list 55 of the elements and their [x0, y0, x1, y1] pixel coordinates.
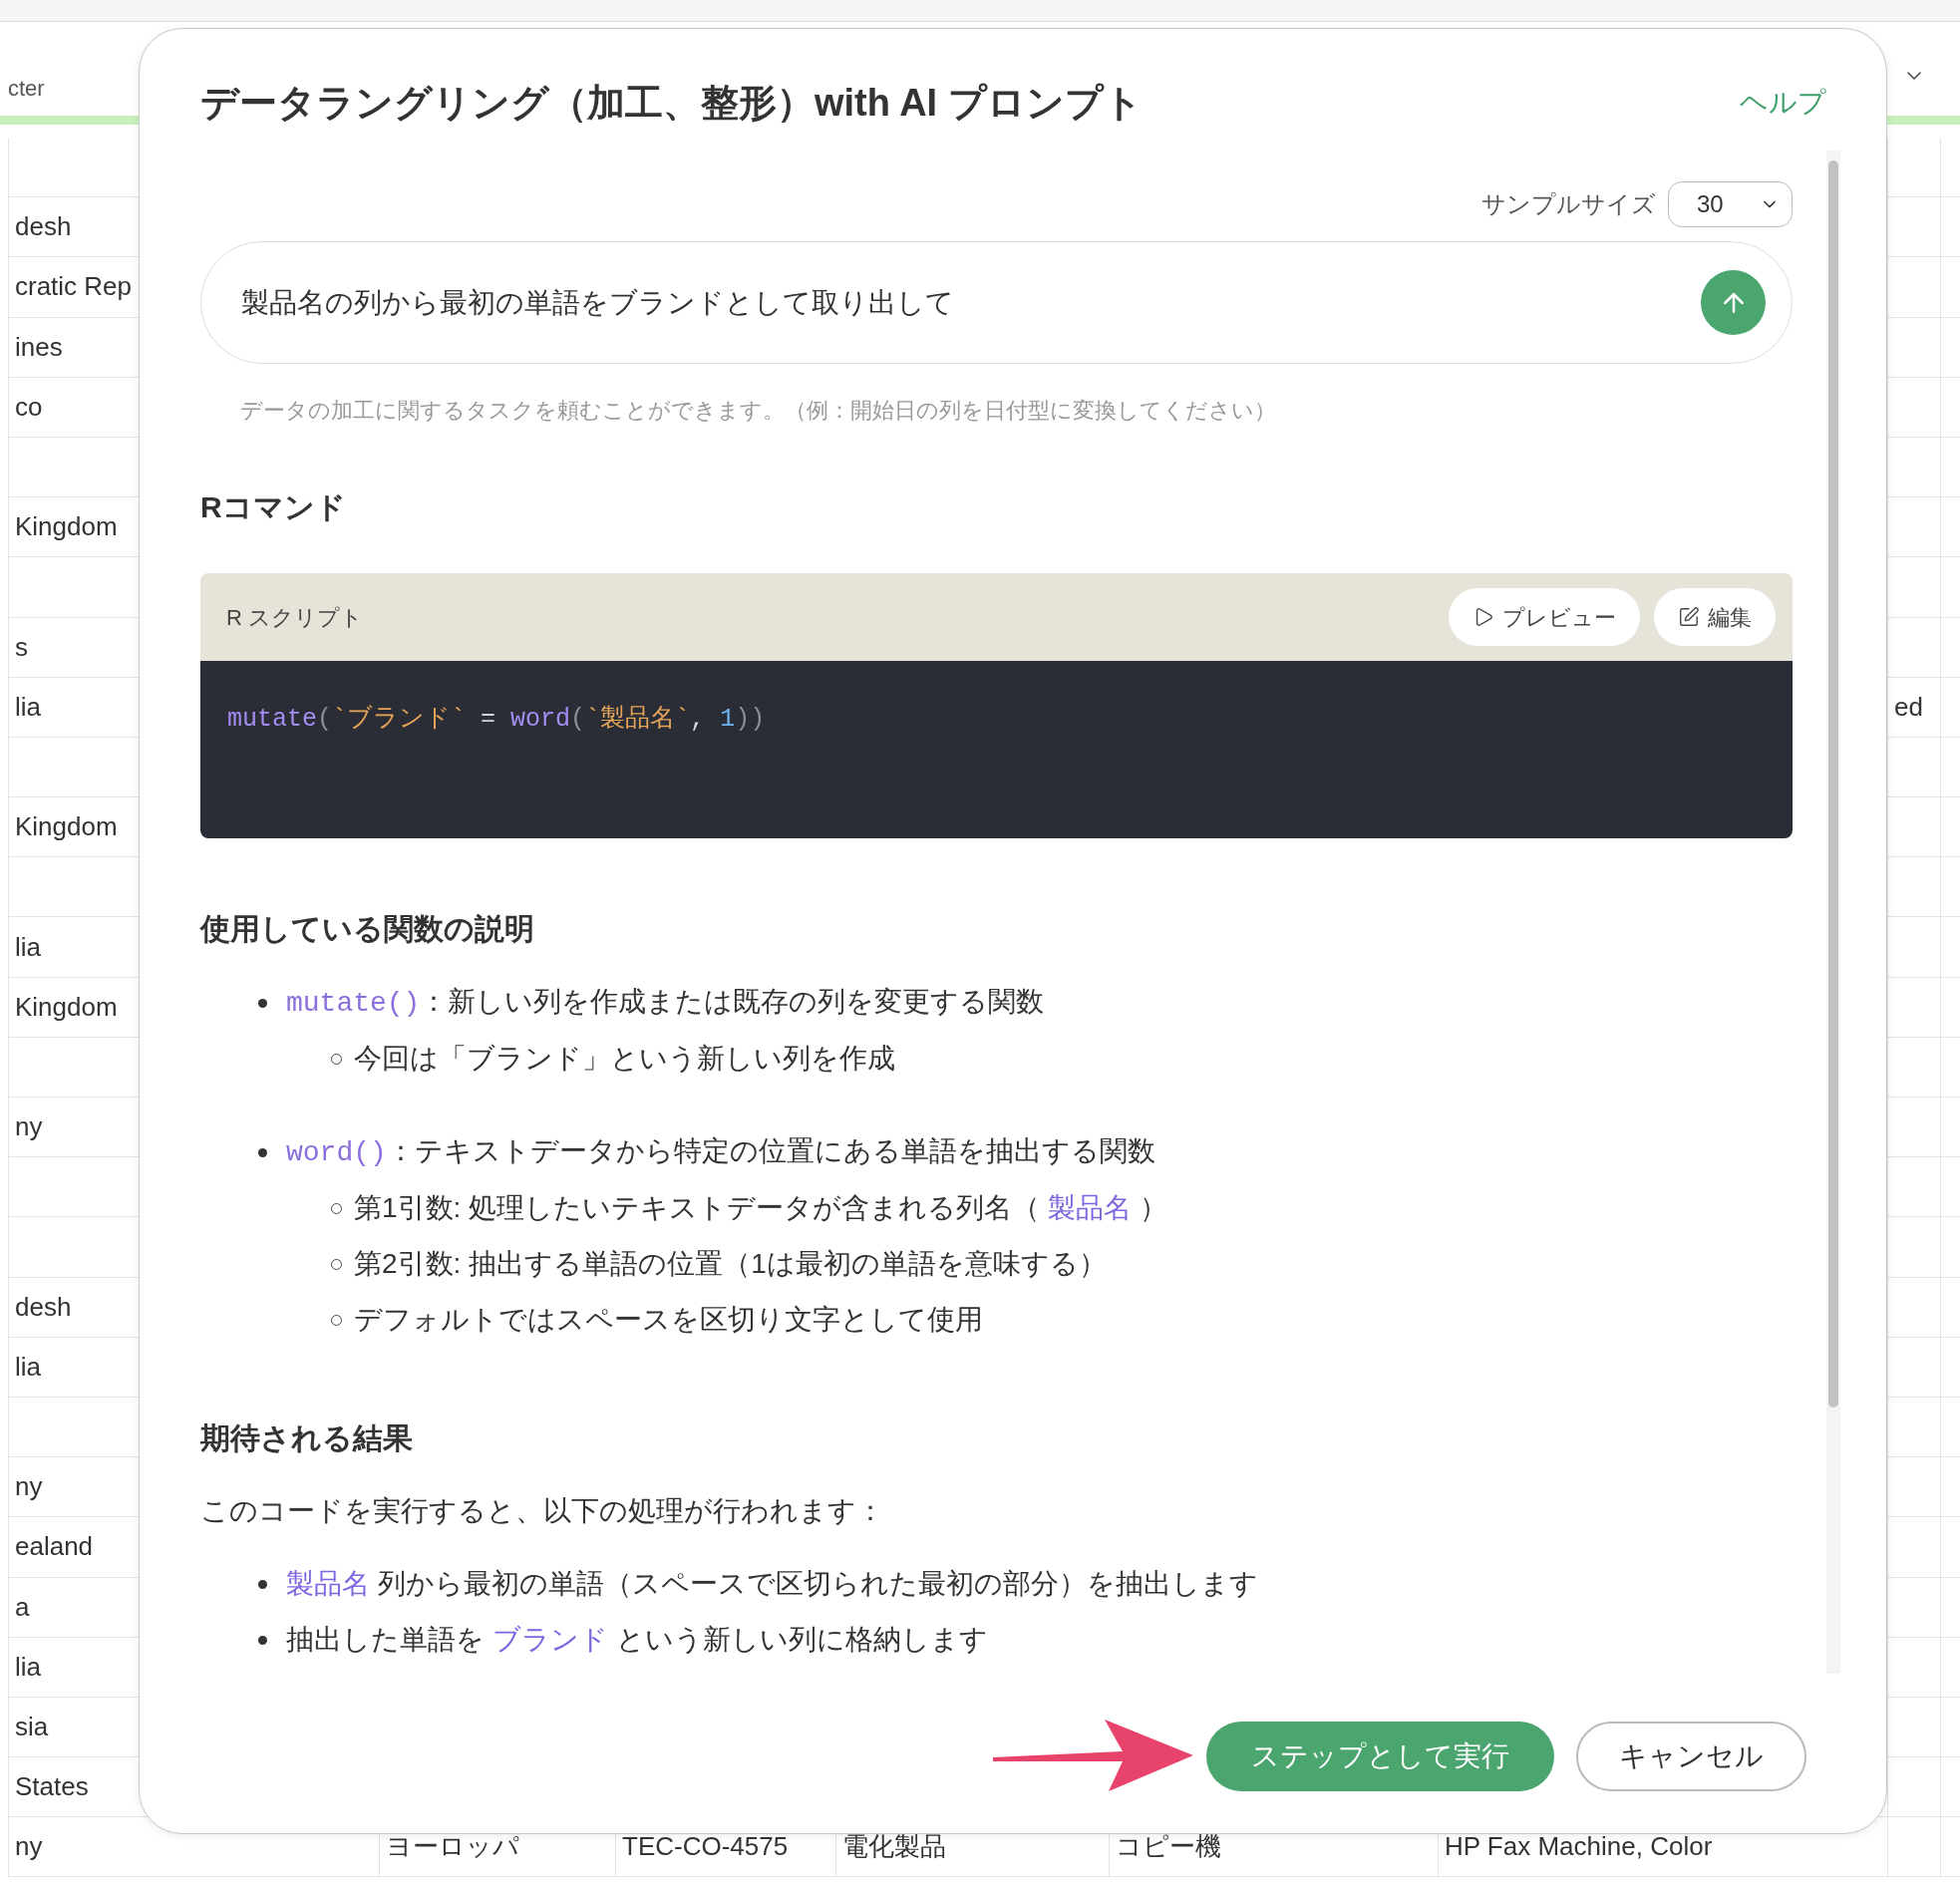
list-item-text: mutate()：新しい列を作成または既存の列を変更する関数	[286, 985, 1045, 1021]
bullet-icon	[258, 1147, 267, 1157]
table-cell-text: s	[15, 630, 28, 664]
table-cell-text: desh	[15, 1290, 72, 1324]
table-cell-text: a	[15, 1590, 30, 1624]
table-cell-text: HP Fax Machine, Color	[1445, 1830, 1713, 1864]
section-heading: 期待される結果	[200, 1420, 414, 1456]
list-item-text: 今回は「ブランド」という新しい列を作成	[354, 1042, 895, 1076]
table-cell-text: co	[15, 390, 43, 424]
table-cell-text: Kingdom	[15, 990, 118, 1024]
scrollbar-thumb[interactable]	[1828, 160, 1838, 1408]
table-cell-text: sia	[15, 1710, 49, 1743]
table-cell-text: lia	[15, 930, 41, 964]
table-cell-text: Kingdom	[15, 510, 118, 544]
code-line: mutate(`ブランド` = word(`製品名`, 1))	[227, 705, 766, 734]
pencil-icon	[1678, 606, 1700, 628]
bullet-icon	[258, 998, 267, 1008]
table-cell-text: States	[15, 1770, 89, 1804]
section-heading: Rコマンド	[200, 489, 347, 525]
sample-size-label: サンプルサイズ	[1481, 189, 1656, 219]
table-cell-text: lia	[15, 1650, 41, 1684]
list-item-text: デフォルトではスペースを区切り文字として使用	[354, 1303, 983, 1337]
table-cell-text: ny	[15, 1110, 43, 1144]
table-cell-text: 電化製品	[842, 1830, 946, 1864]
table-cell-text: lia	[15, 690, 41, 724]
helper-text: データの加工に関するタスクを頼むことができます。（例：開始日の列を日付型に変換してください）	[239, 397, 1277, 425]
bullet-icon	[258, 1635, 267, 1645]
table-cell-text: ealand	[15, 1530, 94, 1564]
table-cell-text: コピー機	[1116, 1830, 1221, 1864]
dialog-title: データラングリング（加工、整形）with AI プロンプト	[200, 80, 1143, 126]
table-cell-text: ny	[15, 1830, 43, 1864]
list-item-text: 第2引数: 抽出する単語の位置（1は最初の単語を意味する）	[354, 1247, 1107, 1281]
section-heading: 使用している関数の説明	[200, 911, 535, 947]
table-cell-text: TEC-CO-4575	[622, 1830, 789, 1864]
table-cell-text: ed	[1894, 690, 1923, 724]
sample-size-select[interactable]: 30	[1668, 181, 1793, 227]
table-cell-text: cratic Rep	[15, 270, 133, 304]
table-cell-text: lia	[15, 1350, 41, 1384]
scrollbar[interactable]	[1826, 151, 1840, 1674]
edit-button[interactable]: 編集	[1654, 588, 1776, 646]
script-title: R スクリプト	[226, 603, 363, 632]
cancel-button[interactable]: キャンセル	[1576, 1722, 1806, 1791]
list-item-text: 製品名 列から最初の単語（スペースで区切られた最初の部分）を抽出します	[286, 1567, 1258, 1601]
table-cell-text: ヨーロッパ	[386, 1830, 519, 1864]
table-cell-text: Kingdom	[15, 810, 118, 844]
column-header: cter	[8, 76, 45, 101]
bullet-icon	[258, 1579, 267, 1589]
list-item-text: 抽出した単語を ブランド という新しい列に格納します	[286, 1623, 988, 1657]
preview-button[interactable]: プレビュー	[1449, 588, 1640, 646]
list-item-text: 第1引数: 処理したいテキストデータが含まれる列名（ 製品名 ）	[354, 1191, 1167, 1225]
table-cell-text: ny	[15, 1470, 43, 1504]
paragraph: このコードを実行すると、以下の処理が行われます：	[200, 1494, 885, 1528]
list-item-text: word()：テキストデータから特定の位置にある単語を抽出する関数	[286, 1134, 1155, 1170]
table-cell-text: ines	[15, 330, 63, 364]
table-cell-text: desh	[15, 210, 72, 244]
